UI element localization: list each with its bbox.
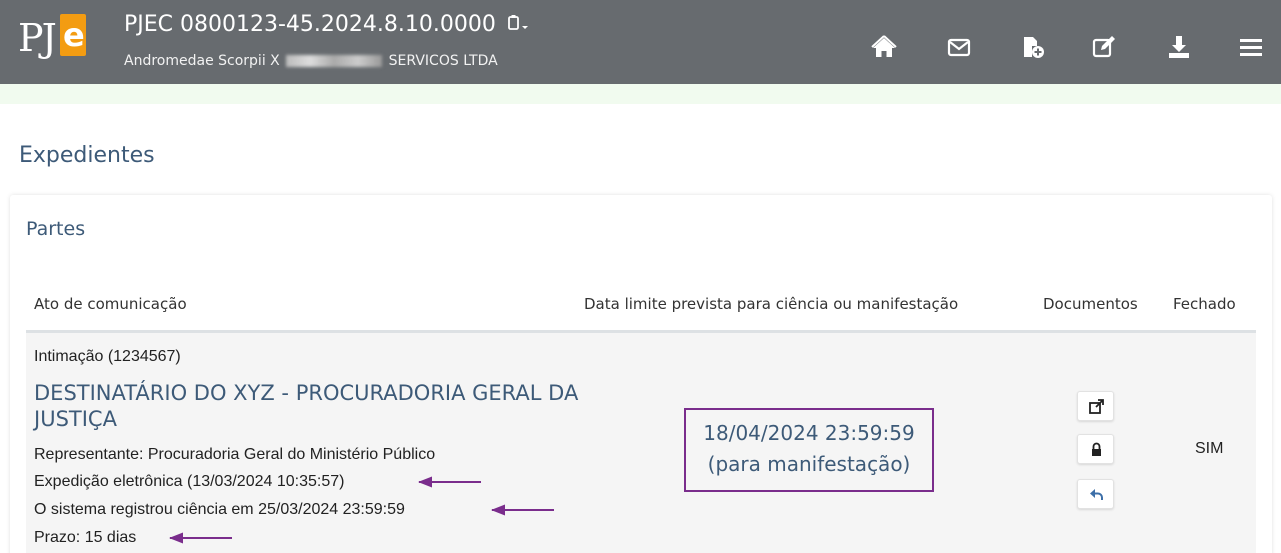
open-document-button[interactable] xyxy=(1077,391,1114,421)
edit-icon[interactable] xyxy=(1091,34,1117,60)
external-link-icon xyxy=(1089,399,1104,414)
ato-label: Intimação (1234567) xyxy=(34,348,181,365)
prazo-text: Prazo: 15 dias xyxy=(34,529,137,546)
envelope-icon[interactable] xyxy=(946,34,972,60)
notification-strip xyxy=(0,84,1281,104)
destinatario-link[interactable]: DESTINATÁRIO DO XYZ - PROCURADORIA GERAL… xyxy=(34,380,594,432)
column-header-fechado[interactable]: Fechado xyxy=(1173,295,1236,313)
process-number: PJEC 0800123-45.2024.8.10.0000 xyxy=(124,12,496,37)
panel-title: Partes xyxy=(26,218,86,240)
process-title[interactable]: PJEC 0800123-45.2024.8.10.0000 xyxy=(124,12,529,38)
annotation-arrow-prazo xyxy=(169,532,233,544)
pje-logo[interactable]: PJ e xyxy=(18,14,86,70)
fechado-value: SIM xyxy=(1195,440,1224,457)
ciencia-text: O sistema registrou ciência em 25/03/202… xyxy=(34,501,405,518)
reply-button[interactable] xyxy=(1077,479,1114,509)
clipboard-icon[interactable] xyxy=(507,13,529,38)
home-icon[interactable] xyxy=(871,34,897,60)
column-header-data-limite[interactable]: Data limite prevista para ciência ou man… xyxy=(584,295,958,313)
redacted-name xyxy=(286,55,383,67)
top-navbar: PJ e PJEC 0800123-45.2024.8.10.0000 Andr… xyxy=(0,0,1281,84)
process-parties: Andromedae Scorpii X SERVICOS LTDA xyxy=(124,53,498,69)
page-title: Expedientes xyxy=(19,143,155,168)
data-limite-value: 18/04/2024 23:59:59 xyxy=(703,421,915,445)
column-header-ato[interactable]: Ato de comunicação xyxy=(34,295,187,313)
lock-button[interactable] xyxy=(1077,434,1114,464)
expedicao-text: Expedição eletrônica (13/03/2024 10:35:5… xyxy=(34,473,345,490)
new-document-icon[interactable] xyxy=(1020,34,1046,60)
annotation-arrow-expedicao xyxy=(418,476,482,488)
data-limite-type: (para manifestação) xyxy=(707,452,911,476)
data-limite-highlight: 18/04/2024 23:59:59 (para manifestação) xyxy=(684,408,934,492)
menu-icon[interactable] xyxy=(1238,34,1264,60)
annotation-arrow-ciencia xyxy=(491,504,555,516)
lock-icon xyxy=(1092,442,1101,456)
column-header-documentos[interactable]: Documentos xyxy=(1043,295,1138,313)
download-icon[interactable] xyxy=(1166,34,1192,60)
reply-icon xyxy=(1090,489,1103,500)
table-row xyxy=(26,333,1256,553)
representante-text: Representante: Procuradoria Geral do Min… xyxy=(34,446,436,463)
